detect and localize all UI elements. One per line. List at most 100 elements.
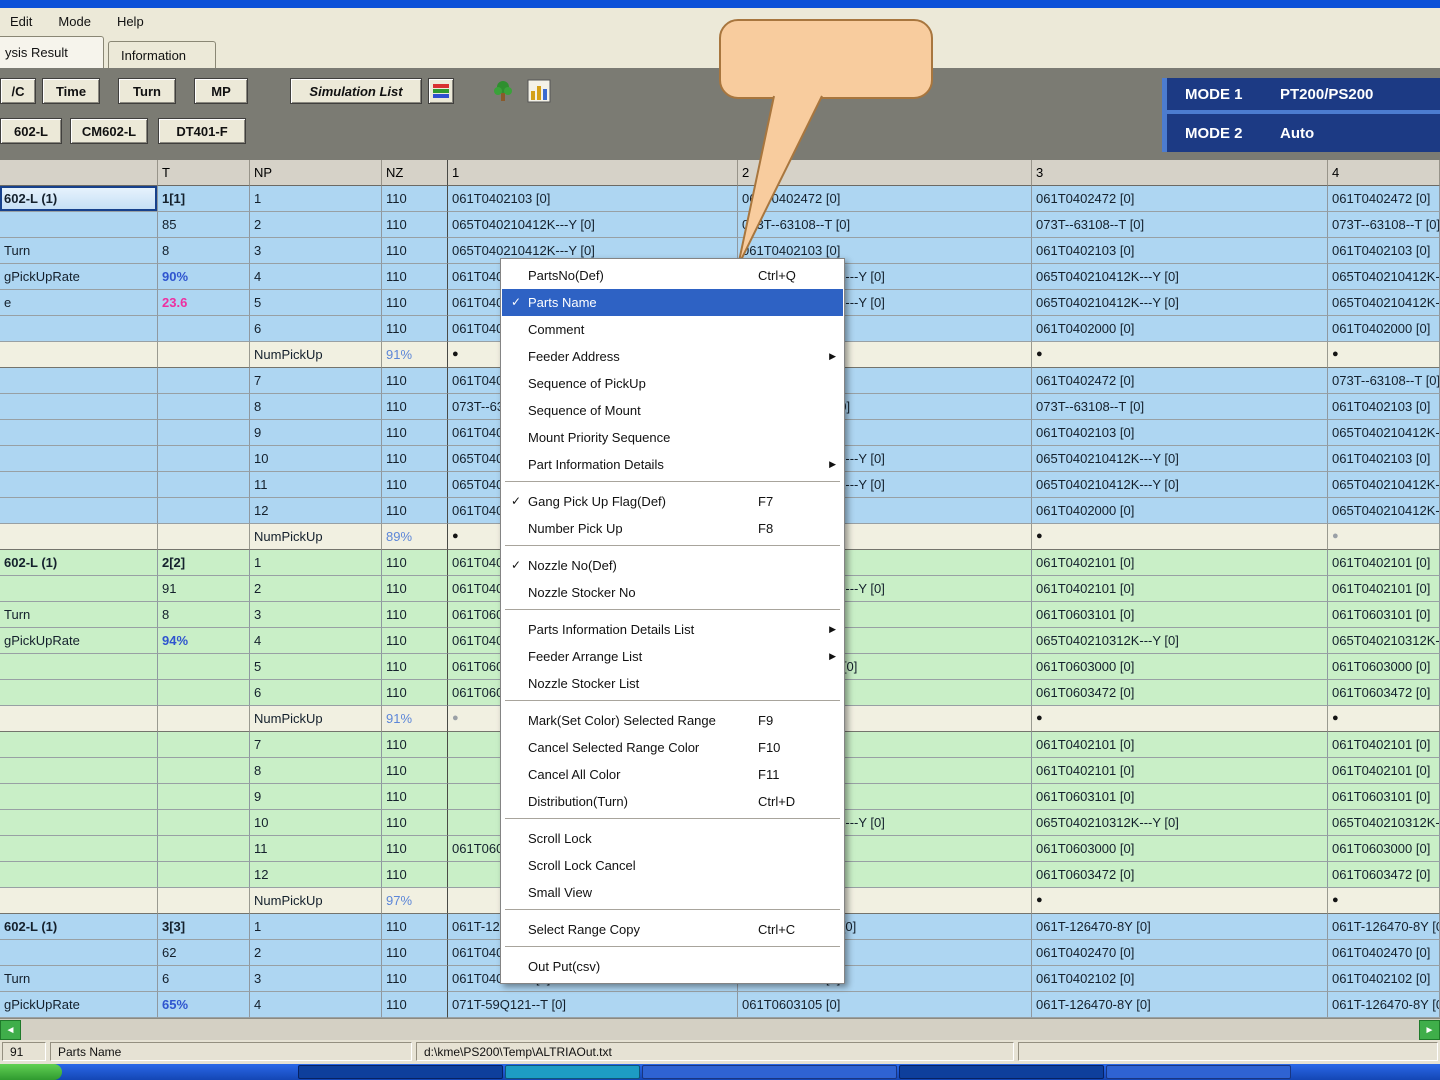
table-cell[interactable] bbox=[158, 316, 250, 342]
table-cell[interactable]: 110 bbox=[382, 238, 448, 264]
table-cell[interactable] bbox=[0, 498, 158, 524]
table-cell[interactable]: 110 bbox=[382, 446, 448, 472]
table-cell[interactable]: 110 bbox=[382, 576, 448, 602]
table-cell[interactable]: 62 bbox=[158, 940, 250, 966]
table-cell[interactable]: 1 bbox=[250, 914, 382, 940]
table-cell[interactable]: 061T0603101 [0] bbox=[1328, 602, 1440, 628]
menu-item[interactable]: Number Pick UpF8 bbox=[502, 515, 843, 542]
table-cell[interactable]: 110 bbox=[382, 810, 448, 836]
menu-item[interactable]: ✓Parts Name bbox=[502, 289, 843, 316]
table-cell[interactable] bbox=[158, 680, 250, 706]
table-cell[interactable]: 602-L (1) bbox=[0, 914, 158, 940]
machine-602l-button[interactable]: 602-L bbox=[0, 118, 62, 144]
table-cell[interactable] bbox=[158, 888, 250, 914]
menu-item[interactable]: PartsNo(Def)Ctrl+Q bbox=[502, 262, 843, 289]
table-cell[interactable] bbox=[0, 368, 158, 394]
table-cell[interactable] bbox=[158, 394, 250, 420]
table-cell[interactable]: 8 bbox=[158, 602, 250, 628]
taskbar-button[interactable] bbox=[642, 1065, 897, 1079]
table-cell[interactable]: gPickUpRate bbox=[0, 992, 158, 1018]
table-cell[interactable]: 10 bbox=[250, 446, 382, 472]
table-cell[interactable]: 061T0603000 [0] bbox=[1328, 836, 1440, 862]
table-cell[interactable]: Turn bbox=[0, 966, 158, 992]
table-cell[interactable]: 061T0402101 [0] bbox=[1032, 732, 1328, 758]
table-cell[interactable]: NumPickUp bbox=[250, 524, 382, 550]
table-cell[interactable]: ● bbox=[1328, 524, 1440, 550]
table-cell[interactable]: 110 bbox=[382, 264, 448, 290]
table-cell[interactable]: 061T0402101 [0] bbox=[1328, 758, 1440, 784]
table-cell[interactable]: 7 bbox=[250, 732, 382, 758]
table-cell[interactable] bbox=[0, 316, 158, 342]
menu-item[interactable]: Mark(Set Color) Selected RangeF9 bbox=[502, 707, 843, 734]
bar-chart-icon[interactable] bbox=[526, 78, 552, 104]
table-cell[interactable] bbox=[0, 758, 158, 784]
taskbar-button[interactable] bbox=[298, 1065, 503, 1079]
table-cell[interactable]: 11 bbox=[250, 836, 382, 862]
table-cell[interactable]: 2 bbox=[250, 940, 382, 966]
table-cell[interactable]: Turn bbox=[0, 238, 158, 264]
table-cell[interactable]: NumPickUp bbox=[250, 342, 382, 368]
table-cell[interactable]: e bbox=[0, 290, 158, 316]
table-cell[interactable]: 65% bbox=[158, 992, 250, 1018]
table-cell[interactable] bbox=[0, 732, 158, 758]
menu-item[interactable]: Feeder Arrange List▶ bbox=[502, 643, 843, 670]
table-cell[interactable] bbox=[158, 472, 250, 498]
menu-item[interactable]: Cancel Selected Range ColorF10 bbox=[502, 734, 843, 761]
table-cell[interactable] bbox=[0, 524, 158, 550]
table-cell[interactable]: 061T0402000 [0] bbox=[1032, 498, 1328, 524]
turn-button[interactable]: Turn bbox=[118, 78, 176, 104]
table-cell[interactable]: 110 bbox=[382, 602, 448, 628]
table-cell[interactable] bbox=[158, 420, 250, 446]
menu-item[interactable]: Nozzle Stocker List bbox=[502, 670, 843, 697]
table-cell[interactable]: 89% bbox=[382, 524, 448, 550]
table-cell[interactable] bbox=[0, 212, 158, 238]
menu-item[interactable]: Distribution(Turn)Ctrl+D bbox=[502, 788, 843, 815]
table-cell[interactable]: ● bbox=[1032, 888, 1328, 914]
table-cell[interactable]: 8 bbox=[250, 758, 382, 784]
table-cell[interactable]: 110 bbox=[382, 992, 448, 1018]
table-cell[interactable]: 065T040210412K---Y [0] bbox=[1328, 498, 1440, 524]
table-cell[interactable]: 10 bbox=[250, 810, 382, 836]
table-cell[interactable]: 9 bbox=[250, 784, 382, 810]
table-cell[interactable]: 061T0402101 [0] bbox=[1328, 732, 1440, 758]
table-cell[interactable]: 065T040210312K---Y [0] bbox=[1328, 628, 1440, 654]
simulation-list-button[interactable]: Simulation List bbox=[290, 78, 422, 104]
table-cell[interactable]: 061T0402103 [0] bbox=[1032, 238, 1328, 264]
table-cell[interactable] bbox=[0, 862, 158, 888]
table-cell[interactable]: 1 bbox=[250, 186, 382, 212]
table-cell[interactable]: 5 bbox=[250, 654, 382, 680]
table-cell[interactable]: 065T040210412K---Y [0] bbox=[1328, 264, 1440, 290]
table-cell[interactable]: 061T0402103 [0] bbox=[1328, 238, 1440, 264]
table-cell[interactable]: 85 bbox=[158, 212, 250, 238]
menu-item[interactable]: Parts Information Details List▶ bbox=[502, 616, 843, 643]
table-cell[interactable]: 9 bbox=[250, 420, 382, 446]
menu-item[interactable]: Sequence of Mount bbox=[502, 397, 843, 424]
table-cell[interactable]: 061T-126470-8Y [0] bbox=[1032, 914, 1328, 940]
table-cell[interactable]: 110 bbox=[382, 654, 448, 680]
table-cell[interactable]: 3 bbox=[250, 966, 382, 992]
table-cell[interactable] bbox=[158, 732, 250, 758]
table-cell[interactable]: 110 bbox=[382, 316, 448, 342]
menu-help[interactable]: Help bbox=[117, 14, 144, 29]
time-button[interactable]: Time bbox=[42, 78, 100, 104]
table-cell[interactable]: 065T040210412K---Y [0] bbox=[1032, 264, 1328, 290]
table-cell[interactable]: 065T040210312K---Y [0] bbox=[1032, 810, 1328, 836]
tab-analysis-result[interactable]: ysis Result bbox=[0, 36, 104, 68]
table-cell[interactable]: 110 bbox=[382, 628, 448, 654]
table-cell[interactable]: 065T040210412K---Y [0] bbox=[1328, 472, 1440, 498]
table-cell[interactable] bbox=[158, 862, 250, 888]
table-cell[interactable]: 110 bbox=[382, 966, 448, 992]
mp-button[interactable]: MP bbox=[194, 78, 248, 104]
table-cell[interactable]: 073T--63108--T [0] bbox=[1328, 212, 1440, 238]
table-cell[interactable] bbox=[0, 810, 158, 836]
table-cell[interactable] bbox=[158, 706, 250, 732]
table-cell[interactable]: 91% bbox=[382, 342, 448, 368]
table-cell[interactable]: 065T040210312K---Y [0] bbox=[1032, 628, 1328, 654]
table-cell[interactable]: 061T0402103 [0] bbox=[1328, 394, 1440, 420]
table-cell[interactable]: 065T040210412K---Y [0] bbox=[1328, 290, 1440, 316]
table-cell[interactable]: 110 bbox=[382, 394, 448, 420]
table-cell[interactable]: 061T0603000 [0] bbox=[1328, 654, 1440, 680]
table-cell[interactable]: Turn bbox=[0, 602, 158, 628]
menu-item[interactable]: Sequence of PickUp bbox=[502, 370, 843, 397]
table-cell[interactable] bbox=[0, 836, 158, 862]
